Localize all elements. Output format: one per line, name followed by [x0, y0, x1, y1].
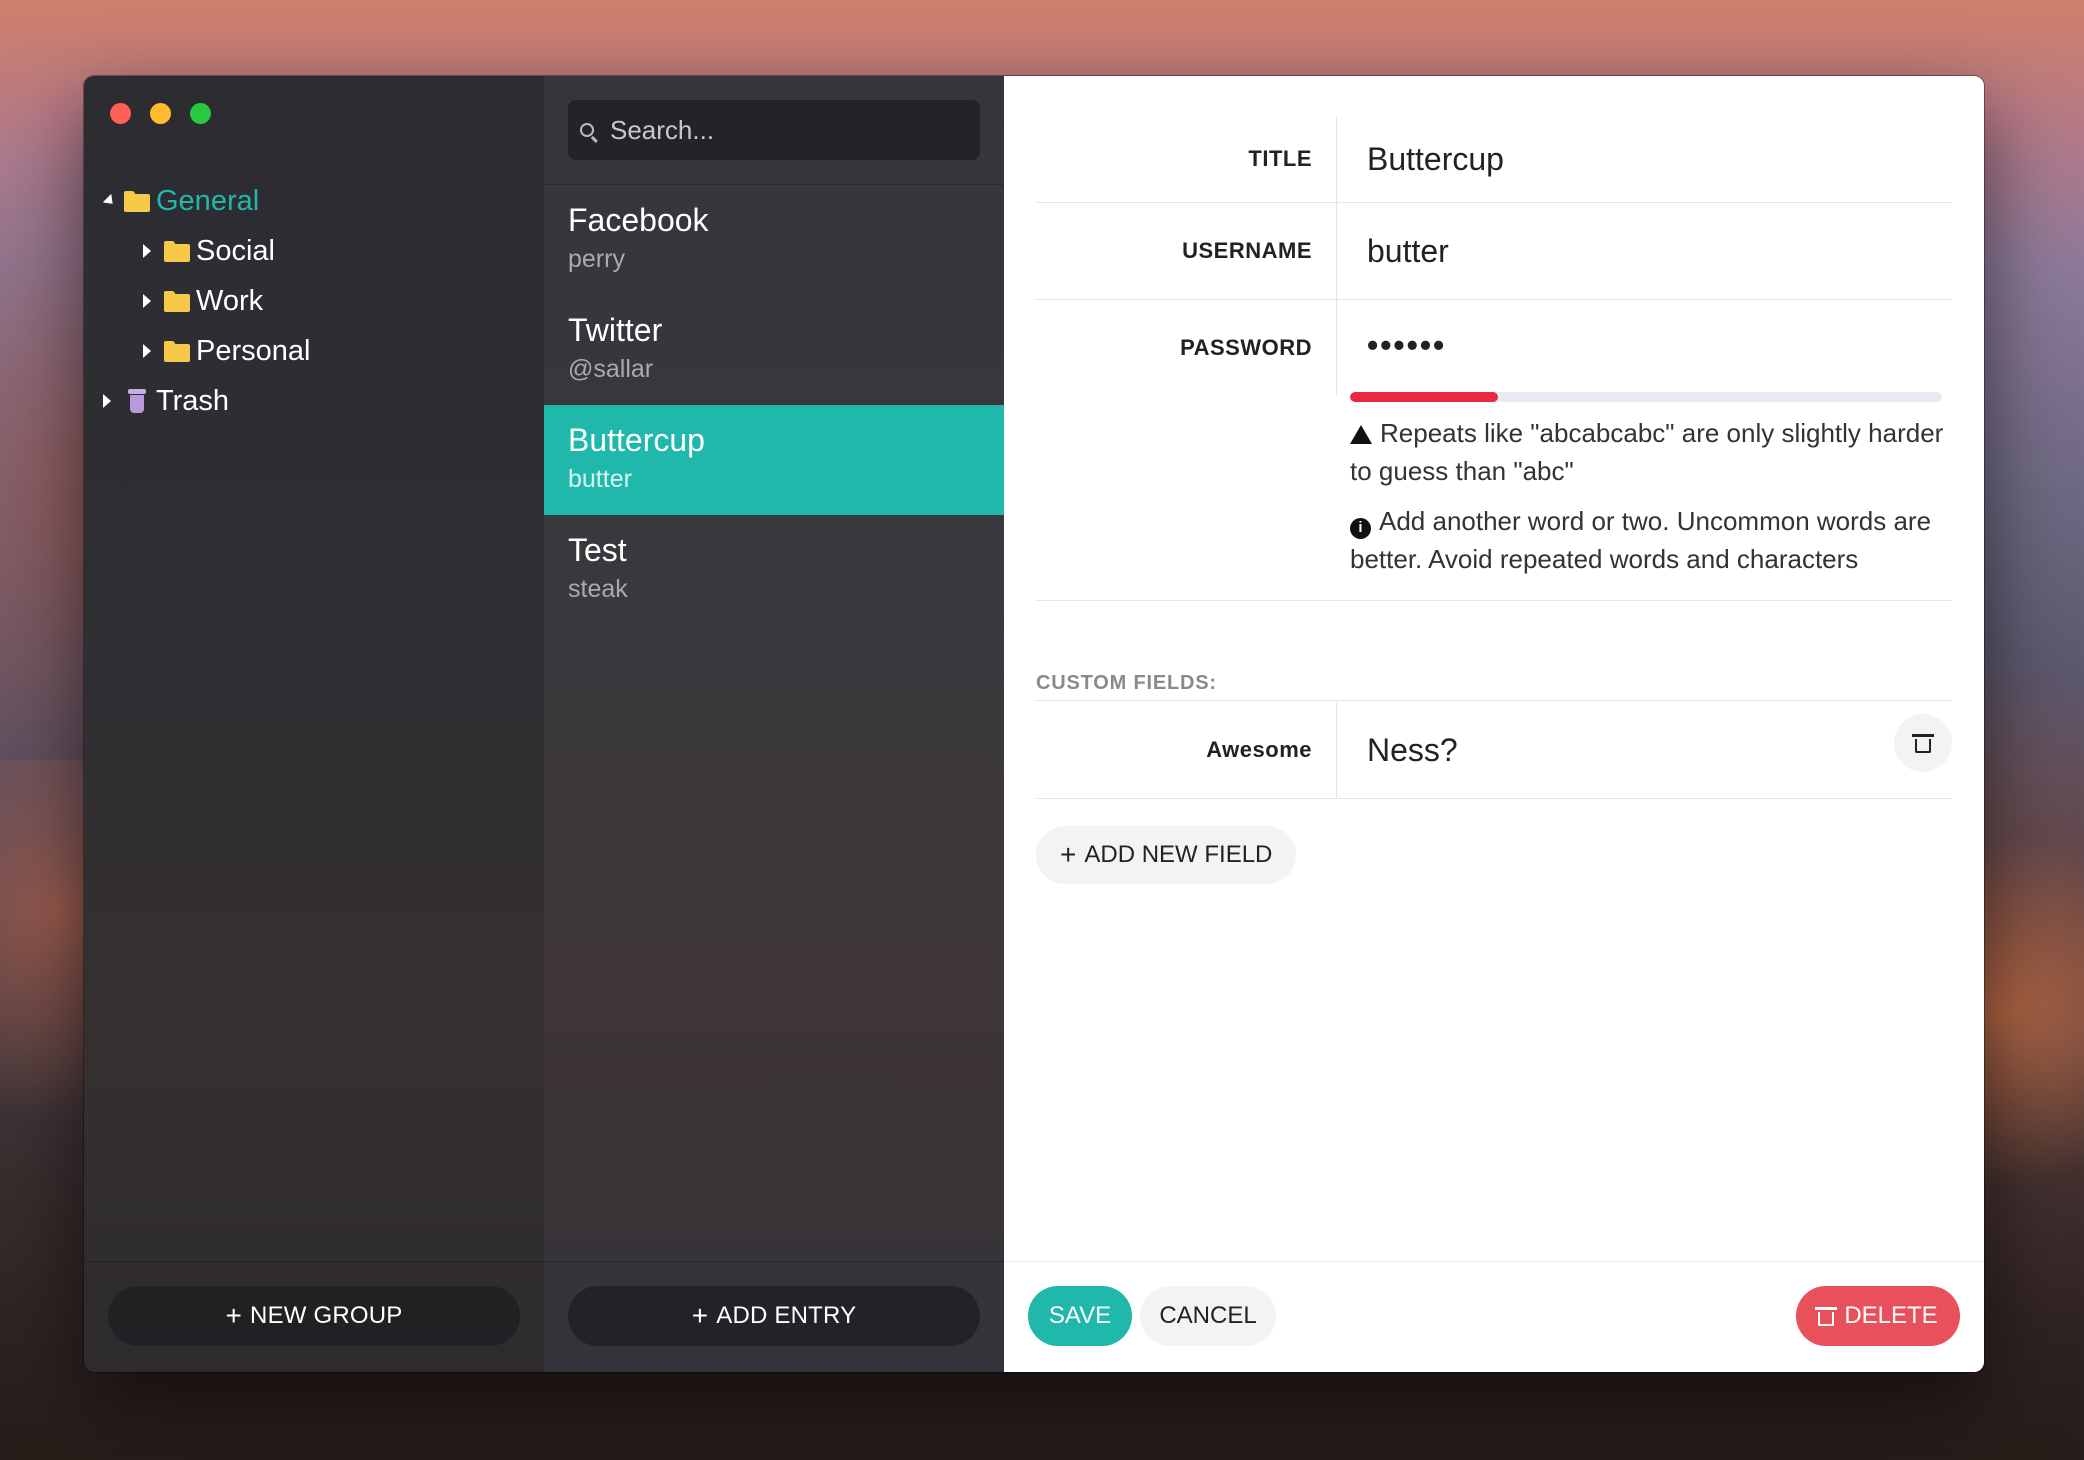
- add-entry-button[interactable]: + ADD ENTRY: [568, 1286, 980, 1346]
- new-group-button[interactable]: + NEW GROUP: [108, 1286, 520, 1346]
- collapse-arrow-icon[interactable]: [140, 236, 154, 266]
- delete-entry-button[interactable]: DELETE: [1796, 1286, 1960, 1346]
- warning-icon: [1350, 425, 1372, 444]
- entry-item-twitter[interactable]: Twitter @sallar: [544, 295, 1004, 405]
- group-label: Social: [196, 234, 275, 267]
- add-entry-label: ADD ENTRY: [716, 1302, 857, 1329]
- trash-icon: [1815, 1306, 1838, 1326]
- minimize-window-button[interactable]: [150, 103, 171, 124]
- delete-label: DELETE: [1844, 1302, 1938, 1329]
- cancel-button[interactable]: CANCEL: [1140, 1286, 1276, 1346]
- close-window-button[interactable]: [110, 103, 131, 124]
- title-field-label: TITLE: [1248, 146, 1312, 171]
- username-field-label: USERNAME: [1182, 238, 1312, 263]
- window-controls: [110, 103, 211, 124]
- group-item-personal[interactable]: Personal: [84, 326, 544, 376]
- entry-list: Facebook perry Twitter @sallar Buttercup…: [544, 184, 1004, 625]
- password-strength-meter: [1350, 392, 1942, 402]
- entry-item-test[interactable]: Test steak: [544, 515, 1004, 625]
- plus-icon: +: [225, 1300, 243, 1331]
- zoom-window-button[interactable]: [190, 103, 211, 124]
- trash-icon: [128, 389, 146, 413]
- app-window: General Social Work Personal Trash + NEW…: [84, 76, 1984, 1372]
- group-item-trash[interactable]: Trash: [84, 376, 544, 426]
- remove-custom-field-button[interactable]: [1894, 714, 1952, 772]
- sidebar-footer: + NEW GROUP: [84, 1261, 544, 1372]
- folder-icon: [164, 340, 190, 362]
- group-item-general[interactable]: General: [84, 176, 544, 226]
- add-new-field-label: ADD NEW FIELD: [1084, 841, 1273, 868]
- password-warning-hint: Repeats like "abcabcabc" are only slight…: [1350, 414, 1950, 490]
- password-field-input[interactable]: ••••••: [1336, 300, 1952, 396]
- plus-icon: +: [1060, 839, 1077, 870]
- entry-username: steak: [568, 575, 628, 603]
- password-strength-fill: [1350, 392, 1498, 402]
- group-label: Trash: [156, 384, 230, 417]
- custom-field-label[interactable]: Awesome: [1036, 702, 1336, 798]
- group-label: Work: [196, 284, 264, 317]
- folder-icon: [124, 190, 150, 212]
- group-label: Personal: [196, 334, 311, 367]
- info-icon: i: [1350, 517, 1371, 539]
- entry-username: @sallar: [568, 355, 654, 383]
- collapse-arrow-icon[interactable]: [140, 286, 154, 316]
- expand-arrow-icon[interactable]: [100, 186, 117, 216]
- username-field-row: USERNAME butter: [1036, 203, 1952, 300]
- add-new-field-button[interactable]: + ADD NEW FIELD: [1036, 826, 1297, 884]
- folder-icon: [164, 290, 190, 312]
- entry-title: Facebook: [568, 202, 709, 238]
- entry-title: Twitter: [568, 312, 663, 348]
- password-suggestion-hint: i Add another word or two. Uncommon words…: [1350, 502, 1950, 578]
- warning-text: Repeats like "abcabcabc" are only slight…: [1350, 418, 1944, 486]
- username-field-input[interactable]: butter: [1336, 203, 1952, 299]
- collapse-arrow-icon[interactable]: [100, 386, 114, 416]
- entry-detail-panel: TITLE Buttercup USERNAME butter PASSWORD…: [1004, 76, 1984, 1372]
- entry-username: perry: [568, 245, 625, 273]
- search-icon: [580, 123, 594, 137]
- custom-field-row: Awesome Ness?: [1036, 702, 1952, 799]
- collapse-arrow-icon[interactable]: [140, 336, 154, 366]
- group-label: General: [156, 184, 260, 217]
- custom-field-value[interactable]: Ness?: [1336, 702, 1952, 798]
- group-tree: General Social Work Personal Trash: [84, 176, 544, 426]
- trash-icon: [1912, 733, 1934, 753]
- suggestion-text: Add another word or two. Uncommon words …: [1350, 506, 1932, 574]
- divider: [1036, 700, 1952, 701]
- save-button[interactable]: SAVE: [1028, 1286, 1132, 1346]
- entry-title: Buttercup: [568, 422, 705, 458]
- entries-panel: Facebook perry Twitter @sallar Buttercup…: [544, 76, 1004, 1372]
- entry-item-buttercup[interactable]: Buttercup butter: [544, 405, 1004, 515]
- title-field-row: TITLE Buttercup: [1036, 116, 1952, 203]
- custom-fields-heading: CUSTOM FIELDS:: [1036, 672, 1217, 694]
- detail-footer: SAVE CANCEL DELETE: [1004, 1261, 1984, 1372]
- entries-footer: + ADD ENTRY: [544, 1261, 1004, 1372]
- folder-icon: [164, 240, 190, 262]
- entry-item-facebook[interactable]: Facebook perry: [544, 185, 1004, 295]
- plus-icon: +: [691, 1300, 709, 1331]
- title-field-input[interactable]: Buttercup: [1336, 116, 1952, 202]
- entry-username: butter: [568, 465, 632, 493]
- search-input[interactable]: [608, 113, 952, 147]
- group-item-social[interactable]: Social: [84, 226, 544, 276]
- search-box[interactable]: [568, 100, 980, 160]
- entry-title: Test: [568, 532, 627, 568]
- password-field-label: PASSWORD: [1180, 335, 1312, 360]
- group-item-work[interactable]: Work: [84, 276, 544, 326]
- new-group-label: NEW GROUP: [250, 1302, 403, 1329]
- groups-sidebar: General Social Work Personal Trash + NEW…: [84, 76, 544, 1372]
